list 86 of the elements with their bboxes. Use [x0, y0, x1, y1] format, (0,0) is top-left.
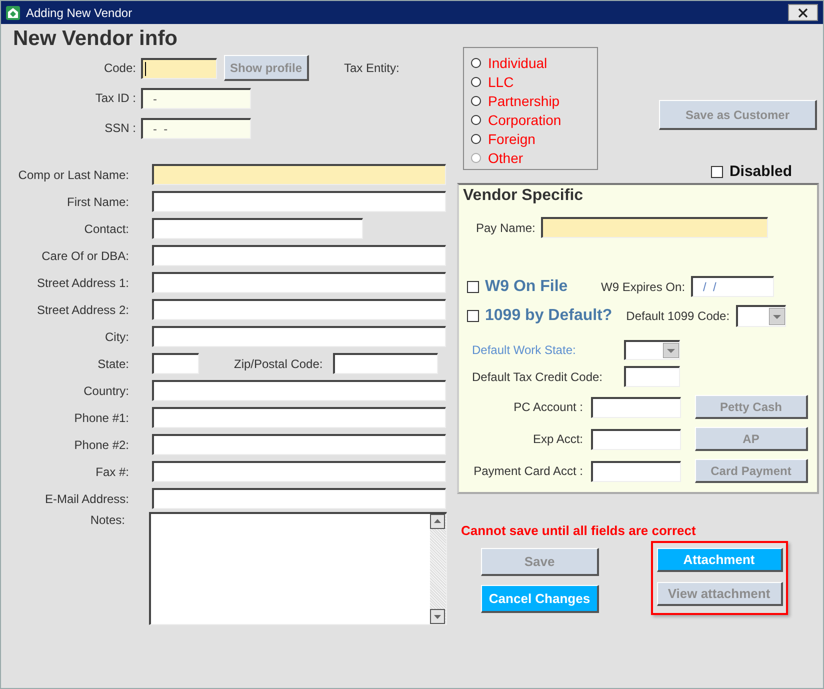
input-field[interactable] [152, 326, 446, 347]
scroll-down-icon[interactable] [430, 609, 445, 624]
close-icon [798, 8, 808, 18]
input-field[interactable] [152, 380, 446, 401]
input-field[interactable] [152, 218, 363, 239]
field-label: Fax #: [94, 464, 129, 478]
radio-label[interactable]: Individual [488, 54, 548, 70]
field-label: Street Address 1: [36, 276, 129, 290]
form-heading: New Vendor info [12, 26, 179, 52]
dropdown-arrow-icon [663, 343, 679, 358]
field-label: SSN : [104, 121, 137, 135]
input-field[interactable] [152, 299, 446, 320]
close-button[interactable] [788, 4, 818, 21]
input-field[interactable] [591, 396, 681, 418]
input-field[interactable] [152, 245, 446, 266]
radio-button[interactable] [471, 96, 481, 106]
input-field[interactable] [152, 488, 446, 509]
input-field[interactable] [591, 428, 681, 450]
attachment-button[interactable]: Attachment [656, 548, 782, 572]
radio-label[interactable]: LLC [488, 74, 514, 90]
radio-button[interactable] [471, 58, 481, 68]
field-label: W9 Expires On: [601, 280, 686, 294]
radio-button[interactable] [471, 134, 481, 144]
input-field[interactable] [152, 461, 446, 482]
checkbox-label[interactable]: Disabled [729, 163, 792, 180]
input-field[interactable] [141, 58, 217, 78]
checkbox-label[interactable]: 1099 by Default? [485, 307, 612, 325]
checkbox[interactable] [467, 310, 479, 322]
radio-label[interactable]: Foreign [488, 130, 536, 146]
field-label: Country: [82, 384, 129, 398]
radio-label[interactable]: Partnership [488, 92, 560, 108]
field-label: Payment Card Acct : [472, 464, 583, 478]
input-field[interactable] [152, 191, 446, 212]
input-field[interactable] [152, 272, 446, 293]
field-label: Default Work State: [472, 343, 577, 357]
field-label: Exp Acct: [532, 432, 583, 446]
cancel-changes-button[interactable]: Cancel Changes [481, 585, 599, 613]
field-label: PC Account : [512, 400, 583, 414]
input-field[interactable]: - - [141, 118, 251, 138]
field-label: First Name: [66, 194, 129, 208]
field-label: Care Of or DBA: [40, 248, 129, 262]
app-icon [6, 6, 20, 20]
input-field[interactable] [541, 217, 768, 238]
dropdown-arrow-icon [768, 308, 785, 325]
input-field[interactable] [332, 353, 438, 374]
field-label: Comp or Last Name: [17, 168, 129, 182]
scrollbar[interactable] [430, 514, 446, 624]
checkbox[interactable] [711, 166, 724, 178]
input-field[interactable] [152, 407, 446, 428]
field-value: / / [702, 280, 716, 294]
dropdown[interactable] [736, 305, 786, 327]
input-field[interactable] [152, 353, 199, 374]
panel-title: Vendor Specific [462, 187, 584, 205]
field-label: Zip/Postal Code: [234, 356, 323, 370]
checkbox-label[interactable]: W9 On File [485, 278, 601, 296]
input-field[interactable] [152, 164, 446, 185]
field-label: Street Address 2: [36, 302, 129, 316]
field-label: Phone #2: [73, 438, 129, 452]
radio-label[interactable]: Corporation [488, 112, 562, 128]
radio-button[interactable] [471, 114, 481, 124]
input-field[interactable] [152, 434, 446, 455]
field-label: Tax ID : [94, 91, 137, 105]
field-label: Phone #1: [73, 410, 129, 424]
radio-button[interactable] [471, 76, 481, 86]
window-title: Adding New Vendor [26, 6, 134, 20]
dropdown[interactable] [624, 340, 680, 360]
field-value: - [152, 92, 157, 106]
input-field[interactable]: - [141, 88, 251, 108]
field-label: Default Tax Credit Code: [472, 370, 604, 384]
field-label: Contact: [83, 222, 129, 236]
checkbox[interactable] [467, 280, 479, 292]
input-field[interactable] [591, 460, 681, 482]
tax-entity-label: Tax Entity: [344, 61, 400, 75]
field-label: State: [96, 356, 129, 370]
field-label: Code: [102, 61, 137, 75]
field-value: - - [152, 122, 168, 136]
scroll-up-icon[interactable] [430, 514, 445, 529]
notes-field[interactable] [149, 512, 447, 625]
field-label: Default 1099 Code: [626, 309, 730, 323]
field-label: City: [104, 330, 129, 344]
date-field[interactable]: / / [691, 276, 774, 297]
input-field[interactable] [624, 366, 680, 387]
error-message: Cannot save until all fields are correct [460, 523, 697, 538]
field-label: Pay Name: [476, 220, 536, 234]
field-label: Notes: [89, 513, 125, 527]
field-label: E-Mail Address: [44, 492, 129, 506]
